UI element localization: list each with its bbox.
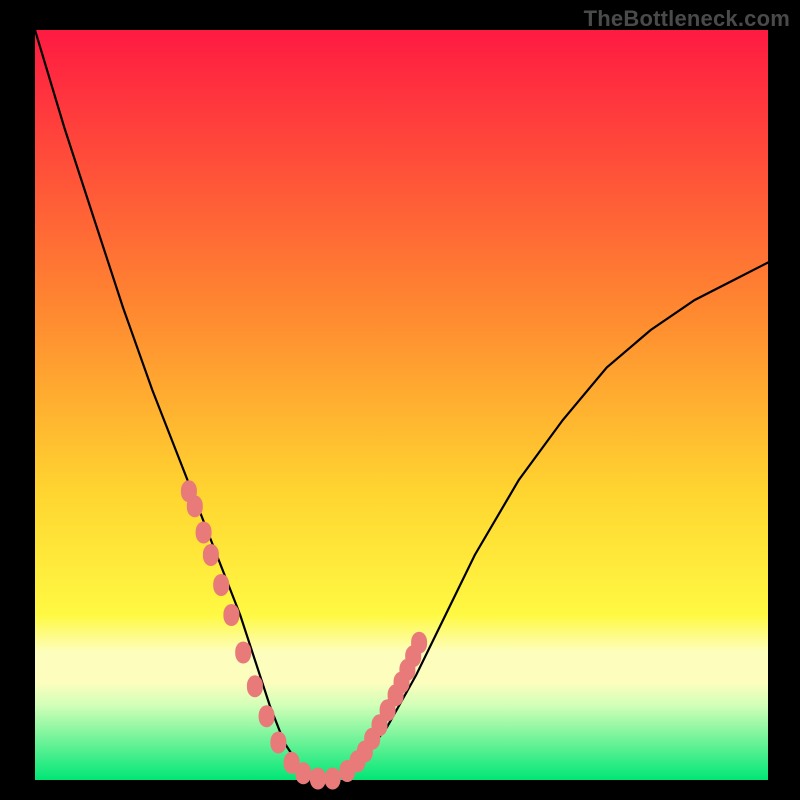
marker-dot [310, 768, 326, 790]
marker-dot [223, 604, 239, 626]
watermark-text: TheBottleneck.com [584, 6, 790, 32]
chart-container: TheBottleneck.com [0, 0, 800, 800]
marker-dot [187, 495, 203, 517]
marker-dot [235, 642, 251, 664]
marker-dot [295, 762, 311, 784]
marker-dot [325, 768, 341, 790]
marker-dot [213, 574, 229, 596]
marker-dot [247, 675, 263, 697]
marker-dot [203, 544, 219, 566]
marker-dot [270, 732, 286, 754]
marker-dot [411, 632, 427, 654]
bottleneck-plot [0, 0, 800, 800]
marker-dot [196, 522, 212, 544]
marker-dot [259, 705, 275, 727]
